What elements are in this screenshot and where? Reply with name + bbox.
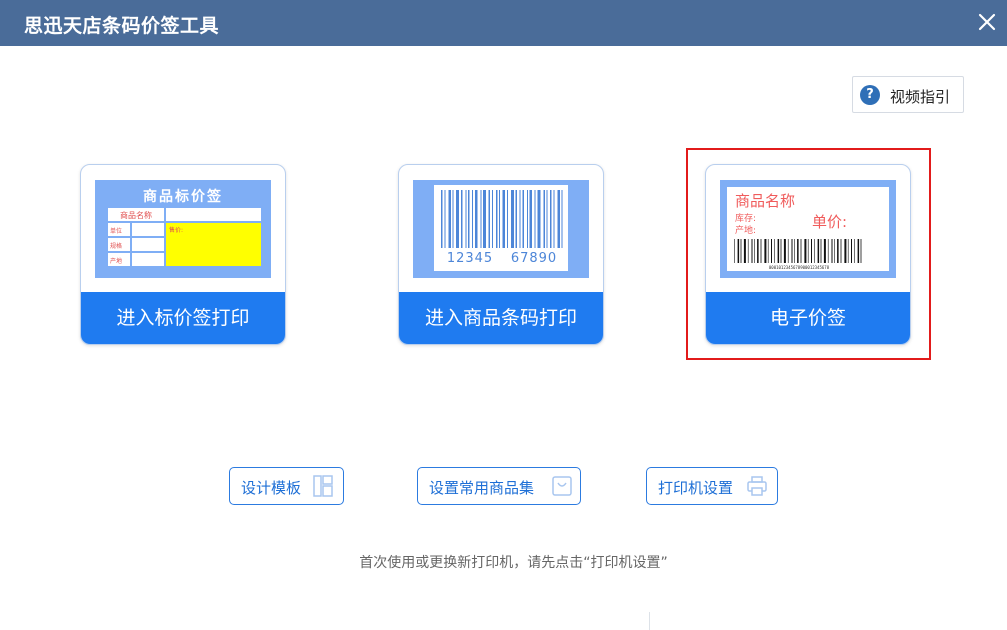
barcode-bar <box>488 190 490 248</box>
barcode-bar <box>461 190 463 248</box>
barcode-bar <box>472 190 473 248</box>
barcode-bar <box>507 190 508 248</box>
barcode-bar <box>483 190 486 248</box>
common-goods-button[interactable]: 设置常用商品集 <box>417 467 581 505</box>
barcode-bar <box>534 190 536 248</box>
barcode-card[interactable]: 12345 67890 进入商品条码打印 <box>398 164 604 345</box>
price-label-card[interactable]: 商品标价签 商品名称 单位 规格 产地 售价: 进入标价签打印 <box>80 164 286 345</box>
common-goods-label: 设置常用商品集 <box>429 479 535 497</box>
preview-row-origin: 产地 <box>110 257 122 265</box>
design-template-label: 设计模板 <box>241 479 302 497</box>
barcode-bar <box>499 190 500 248</box>
preview-price-label: 售价: <box>169 226 183 234</box>
video-guide-label: 视频指引 <box>890 88 951 106</box>
printer-settings-button[interactable]: 打印机设置 <box>646 467 778 505</box>
printer-hint-text: 首次使用或更换新打印机，请先点击“打印机设置” <box>359 555 668 571</box>
barcode-bar <box>511 190 514 248</box>
selection-highlight <box>686 148 931 360</box>
preview-title: 商品标价签 <box>143 188 223 205</box>
barcode-bar <box>492 190 493 248</box>
barcode-bar <box>550 190 552 248</box>
help-icon: ? <box>860 85 880 105</box>
template-layout-icon <box>313 475 333 497</box>
barcode-bar <box>480 190 482 248</box>
shopping-bag-icon <box>552 476 572 496</box>
barcode-bar <box>496 190 498 248</box>
barcode-bar <box>452 190 454 248</box>
window-title: 思迅天店条码价签工具 <box>24 15 220 37</box>
barcode-bar <box>557 190 560 248</box>
barcode-preview: 12345 67890 <box>413 180 589 278</box>
barcode-bar <box>456 190 459 248</box>
barcode-bar <box>444 190 446 248</box>
barcode-bar <box>468 190 470 248</box>
preview-row-spec: 规格 <box>110 242 122 250</box>
preview-row-name: 商品名称 <box>120 210 152 220</box>
title-bar: 思迅天店条码价签工具 <box>0 0 1007 46</box>
barcode-bar <box>475 190 478 248</box>
barcode-bar <box>561 190 563 248</box>
barcode-bar <box>543 190 545 248</box>
barcode-bar <box>529 190 532 248</box>
close-icon[interactable] <box>975 10 999 34</box>
barcode-bar <box>448 190 451 248</box>
barcode-bar <box>537 190 541 248</box>
printer-settings-label: 打印机设置 <box>658 479 734 497</box>
design-template-button[interactable]: 设计模板 <box>229 467 344 505</box>
divider <box>649 612 650 630</box>
barcode-bar <box>515 190 517 248</box>
price-label-preview: 商品标价签 商品名称 单位 规格 产地 售价: <box>95 180 271 278</box>
video-guide-button[interactable]: ? 视频指引 <box>852 76 964 113</box>
barcode-bar <box>546 190 548 248</box>
barcode-number-right: 67890 <box>511 251 557 266</box>
barcode-bar <box>465 190 467 248</box>
printer-icon <box>747 476 767 496</box>
enter-barcode-print-button[interactable]: 进入商品条码打印 <box>399 292 603 344</box>
barcode-bar <box>441 190 443 248</box>
barcode-bar <box>502 190 505 248</box>
enter-price-label-print-button[interactable]: 进入标价签打印 <box>81 292 285 344</box>
barcode-number-left: 12345 <box>447 251 493 266</box>
barcode-bar <box>522 190 524 248</box>
barcode-bar <box>519 190 521 248</box>
preview-row-unit: 单位 <box>110 227 122 235</box>
barcode-bar <box>527 190 528 248</box>
barcode-bar <box>553 190 555 248</box>
